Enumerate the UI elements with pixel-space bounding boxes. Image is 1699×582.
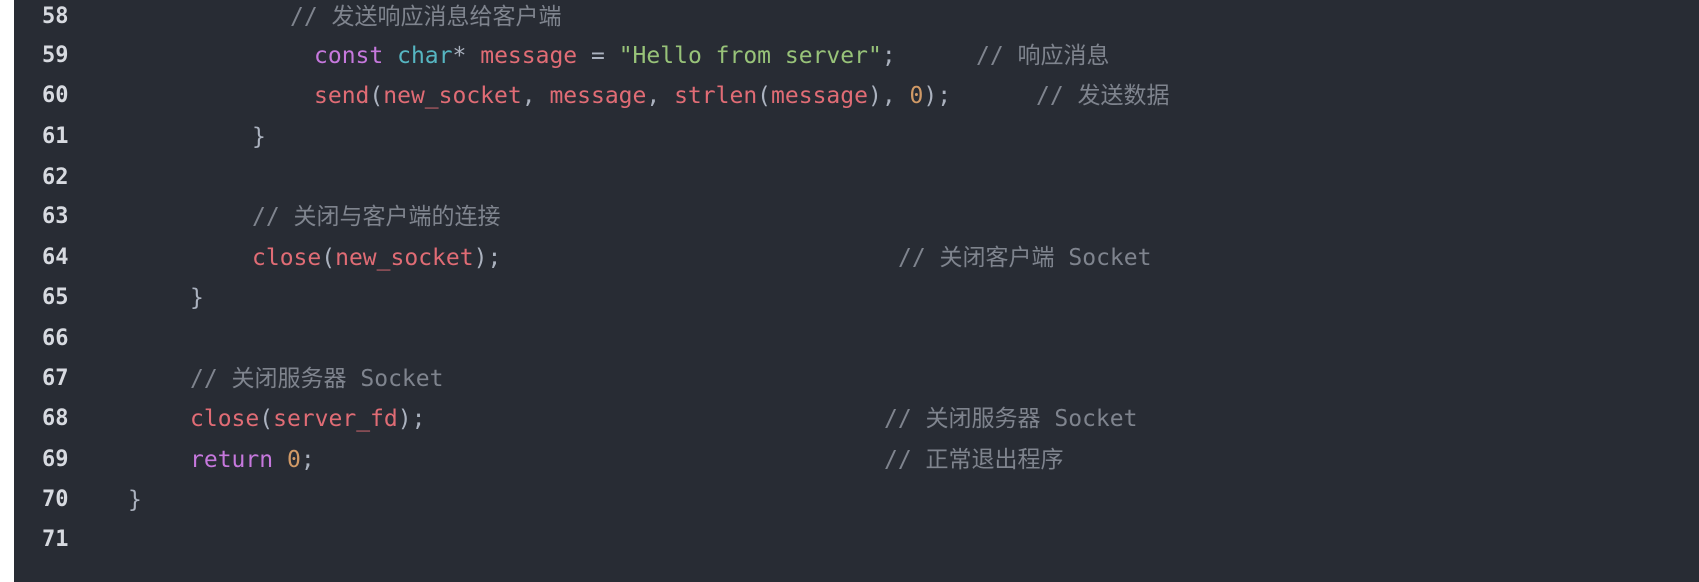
- punctuation-token: ),: [867, 83, 910, 109]
- code-statement: send(new_socket, message, strlen(message…: [314, 76, 951, 116]
- code-line: 65 }: [14, 278, 1699, 318]
- code-comment: // 正常退出程序: [884, 447, 1064, 473]
- line-number: 59: [42, 43, 69, 68]
- punctuation-token: ,: [646, 83, 675, 109]
- code-line: 58 // 发送响应消息给客户端: [14, 0, 1699, 37]
- code-statement: return 0;: [190, 440, 315, 480]
- code-comment: // 发送数据: [1036, 83, 1170, 109]
- identifier-token: message: [549, 83, 647, 109]
- line-number: 62: [42, 165, 69, 190]
- identifier-token: message: [480, 43, 578, 69]
- string-token: "Hello from server": [618, 43, 882, 69]
- code-comment: // 关闭服务器 Socket: [190, 366, 444, 392]
- line-number: 70: [42, 487, 69, 512]
- code-comment: // 关闭服务器 Socket: [884, 406, 1138, 432]
- punctuation-token: ;: [300, 447, 315, 473]
- closing-brace: }: [128, 487, 142, 513]
- code-comment: // 响应消息: [976, 43, 1110, 69]
- number-token: 0: [286, 447, 301, 473]
- line-number: 64: [42, 245, 69, 270]
- punctuation-token: ,: [521, 83, 550, 109]
- line-number: 67: [42, 366, 69, 391]
- closing-brace: }: [252, 124, 266, 150]
- code-statement: close(server_fd);: [190, 399, 425, 439]
- code-line: 62: [14, 158, 1699, 198]
- operator-token: *: [452, 43, 467, 69]
- punctuation-token: );: [397, 406, 426, 432]
- code-line: 68 close(server_fd); // 关闭服务器 Socket: [14, 399, 1699, 439]
- code-line: 66: [14, 319, 1699, 359]
- line-number: 61: [42, 124, 69, 149]
- line-number: 65: [42, 285, 69, 310]
- keyword-token: return: [190, 447, 274, 473]
- closing-brace: }: [190, 285, 204, 311]
- punctuation-token: (: [321, 245, 336, 271]
- identifier-token: new_socket: [335, 245, 474, 271]
- code-line: 61 }: [14, 117, 1699, 157]
- line-number: 68: [42, 406, 69, 431]
- punctuation-token: );: [923, 83, 952, 109]
- code-statement: const char* message = "Hello from server…: [314, 36, 896, 76]
- operator-token: =: [577, 43, 619, 69]
- code-line: 71: [14, 520, 1699, 560]
- identifier-token: new_socket: [383, 83, 522, 109]
- punctuation-token: ;: [881, 43, 896, 69]
- code-line: 69 return 0; // 正常退出程序: [14, 440, 1699, 480]
- code-line: 63 // 关闭与客户端的连接: [14, 197, 1699, 237]
- line-number: 66: [42, 326, 69, 351]
- number-token: 0: [909, 83, 924, 109]
- line-number: 60: [42, 83, 69, 108]
- identifier-token: server_fd: [273, 406, 398, 432]
- code-editor[interactable]: 58 // 发送响应消息给客户端 59 const char* message …: [14, 0, 1699, 582]
- line-number: 69: [42, 447, 69, 472]
- code-comment: // 关闭与客户端的连接: [252, 204, 501, 230]
- code-line: 60 send(new_socket, message, strlen(mess…: [14, 76, 1699, 116]
- line-number: 71: [42, 527, 69, 552]
- punctuation-token: (: [757, 83, 772, 109]
- keyword-token: const: [314, 43, 384, 69]
- function-token: close: [190, 406, 260, 432]
- type-token: char: [397, 43, 453, 69]
- code-line: 70 }: [14, 480, 1699, 520]
- code-comment: // 关闭客户端 Socket: [898, 245, 1152, 271]
- code-comment: // 发送响应消息给客户端: [290, 4, 562, 30]
- function-token: close: [252, 245, 322, 271]
- code-line: 64 close(new_socket); // 关闭客户端 Socket: [14, 238, 1699, 278]
- function-token: strlen: [674, 83, 758, 109]
- code-statement: close(new_socket);: [252, 238, 501, 278]
- code-line: 59 const char* message = "Hello from ser…: [14, 36, 1699, 76]
- punctuation-token: (: [369, 83, 384, 109]
- function-token: send: [314, 83, 370, 109]
- punctuation-token: );: [473, 245, 502, 271]
- line-number: 63: [42, 204, 69, 229]
- identifier-token: message: [771, 83, 868, 109]
- code-line: 67 // 关闭服务器 Socket: [14, 359, 1699, 399]
- punctuation-token: (: [259, 406, 274, 432]
- line-number: 58: [42, 4, 69, 29]
